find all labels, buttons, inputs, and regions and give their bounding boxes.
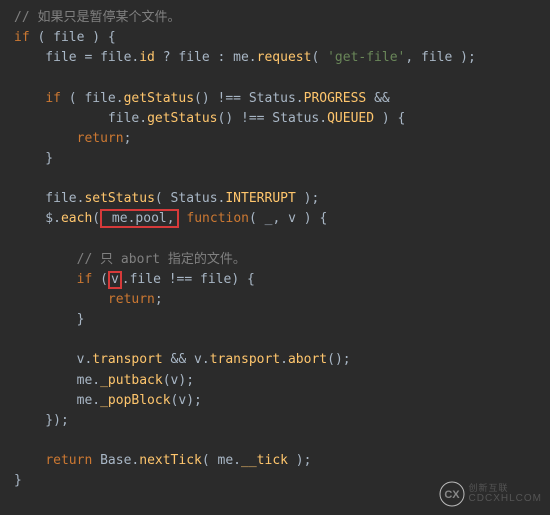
indent [14, 272, 77, 287]
punct: , file ); [405, 50, 475, 65]
indent [14, 453, 45, 468]
keyword-if: if [14, 30, 30, 45]
logo-icon: CX [439, 481, 465, 507]
punct: ); [296, 191, 319, 206]
constant: QUEUED [327, 111, 374, 126]
punct: . [122, 272, 130, 287]
indent [14, 131, 77, 146]
punct: . [280, 352, 288, 367]
brace-close: } [14, 151, 53, 166]
keyword-if: if [45, 91, 61, 106]
indent [14, 91, 45, 106]
logo-brand-en: CDCXHLCOM [469, 493, 542, 504]
comment-line: // 只 abort 指定的文件。 [14, 252, 246, 267]
code-text: file. [14, 111, 147, 126]
code-text: ( file. [61, 91, 124, 106]
brace-close: }); [14, 413, 69, 428]
code-text: ? file : me. [155, 50, 257, 65]
property: transport [210, 352, 280, 367]
comment-line: // 如果只是暂停某个文件。 [14, 10, 180, 25]
code-text: me. [14, 393, 100, 408]
method-call: _putback [100, 373, 163, 388]
punct: (v); [163, 373, 194, 388]
brace-close: } [14, 312, 84, 327]
punct: ( _, v ) { [249, 211, 327, 226]
code-text: () !== Status. [194, 91, 304, 106]
highlighted-text: v [111, 272, 119, 287]
punct: (); [327, 352, 350, 367]
identifier: file [53, 30, 84, 45]
string-literal: 'get-file' [327, 50, 405, 65]
punct: ( [30, 30, 53, 45]
brace-close: } [14, 473, 22, 488]
code-text: file. [14, 191, 84, 206]
code-block: // 如果只是暂停某个文件。 if ( file ) { file = file… [0, 0, 550, 491]
method-call: nextTick [139, 453, 202, 468]
keyword-return: return [108, 292, 155, 307]
code-text: me. [14, 373, 100, 388]
highlighted-text: me.pool, [104, 211, 174, 226]
constant: INTERRUPT [225, 191, 295, 206]
punct: ); [288, 453, 311, 468]
method-call: getStatus [147, 111, 217, 126]
svg-text:CX: CX [444, 489, 460, 501]
code-text: file = file. [14, 50, 139, 65]
property: __tick [241, 453, 288, 468]
constant: PROGRESS [304, 91, 367, 106]
highlight-box-v: v [108, 271, 122, 289]
punct: ; [155, 292, 163, 307]
punct: ) { [374, 111, 405, 126]
code-text: v. [14, 352, 92, 367]
method-call: setStatus [84, 191, 154, 206]
method-call: abort [288, 352, 327, 367]
logo-text: 创新互联 CDCXHLCOM [469, 484, 542, 505]
punct: ; [124, 131, 132, 146]
code-text: $. [14, 211, 61, 226]
watermark-logo: CX 创新互联 CDCXHLCOM [439, 481, 542, 507]
method-call: getStatus [124, 91, 194, 106]
code-text: file !== file) { [130, 272, 255, 287]
code-text: ( me. [202, 453, 241, 468]
keyword-return: return [45, 453, 92, 468]
method-call: request [257, 50, 312, 65]
keyword-return: return [77, 131, 124, 146]
keyword-function: function [179, 211, 249, 226]
code-text: ( Status. [155, 191, 225, 206]
code-text: Base. [92, 453, 139, 468]
highlight-box-pool: me.pool, [100, 209, 178, 228]
punct: ) { [84, 30, 115, 45]
method-call: each [61, 211, 92, 226]
keyword-if: if [77, 272, 93, 287]
logo-brand-cn: 创新互联 [469, 484, 542, 494]
property: id [139, 50, 155, 65]
code-text: && v. [163, 352, 210, 367]
punct: ( [311, 50, 327, 65]
property: transport [92, 352, 162, 367]
punct: ( [92, 272, 108, 287]
method-call: _popBlock [100, 393, 170, 408]
punct: (v); [171, 393, 202, 408]
punct: ( [92, 211, 100, 226]
code-text: () !== Status. [218, 111, 328, 126]
indent [14, 292, 108, 307]
punct: && [366, 91, 389, 106]
